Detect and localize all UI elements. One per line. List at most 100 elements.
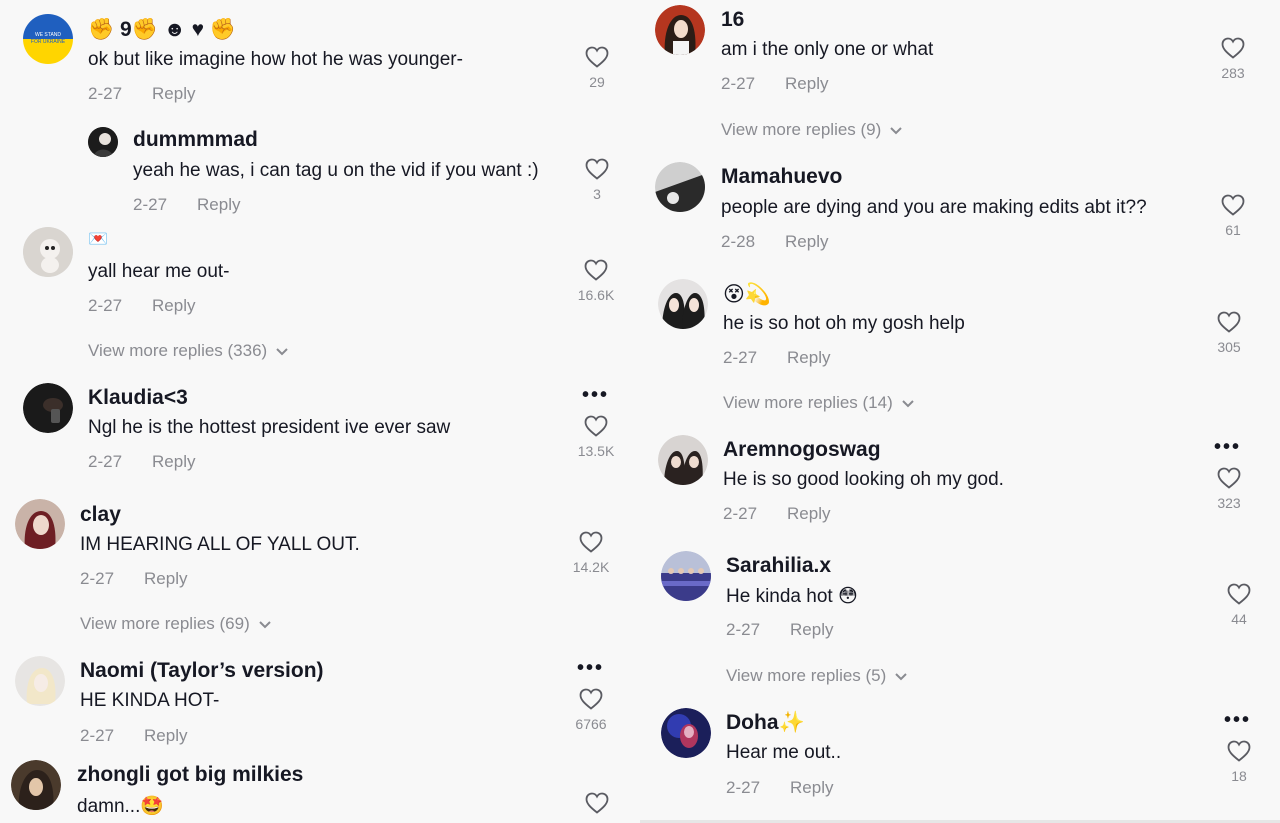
- comment-username[interactable]: 😵💫: [723, 282, 771, 307]
- like-button[interactable]: 44: [1219, 583, 1259, 627]
- comment-meta: 2-27 Reply: [80, 726, 188, 746]
- heart-outline-icon: [1217, 311, 1241, 333]
- avatar[interactable]: [658, 279, 708, 329]
- like-count: 13.5K: [577, 443, 615, 459]
- svg-text:WE STAND: WE STAND: [35, 32, 61, 38]
- view-more-replies[interactable]: View more replies (14): [723, 393, 915, 414]
- reply-button[interactable]: Reply: [152, 84, 195, 103]
- comment-username[interactable]: Naomi (Taylor’s version): [80, 659, 324, 683]
- heart-outline-icon: [585, 46, 609, 68]
- comment-username[interactable]: clay: [80, 503, 121, 527]
- view-more-replies[interactable]: View more replies (9): [721, 120, 903, 141]
- comment-text: am i the only one or what: [721, 39, 934, 60]
- like-button[interactable]: 3: [577, 158, 617, 202]
- like-count: 305: [1217, 339, 1241, 355]
- comment-text: ok but like imagine how hot he was young…: [88, 49, 463, 70]
- more-dots-icon[interactable]: •••: [1214, 437, 1241, 457]
- heart-outline-icon: [1221, 194, 1245, 216]
- view-more-replies[interactable]: View more replies (336): [88, 341, 289, 362]
- comment-text: He kinda hot 😳: [726, 586, 858, 607]
- reply-button[interactable]: Reply: [144, 726, 187, 745]
- comment-username[interactable]: Klaudia<3: [88, 386, 188, 410]
- avatar[interactable]: [23, 227, 73, 277]
- avatar[interactable]: [11, 760, 61, 810]
- comment-username[interactable]: Sarahilia.x: [726, 554, 831, 578]
- avatar[interactable]: [655, 5, 705, 55]
- comment-text: yall hear me out-: [88, 261, 230, 282]
- like-button[interactable]: 6766: [571, 688, 611, 732]
- reply-button[interactable]: Reply: [790, 778, 833, 797]
- like-button[interactable]: [577, 792, 617, 814]
- comment-username[interactable]: zhongli got big milkies: [77, 763, 303, 787]
- avatar[interactable]: [15, 499, 65, 549]
- comment-date: 2-28: [721, 232, 756, 251]
- heart-outline-icon: [1217, 467, 1241, 489]
- avatar[interactable]: [661, 708, 711, 758]
- like-count: 18: [1231, 768, 1247, 784]
- heart-outline-icon: [585, 792, 609, 814]
- reply-button[interactable]: Reply: [152, 296, 195, 315]
- reply-button[interactable]: Reply: [790, 620, 833, 639]
- more-dots-icon[interactable]: •••: [582, 385, 609, 405]
- avatar[interactable]: [658, 435, 708, 485]
- more-dots-icon[interactable]: •••: [577, 658, 604, 678]
- more-dots-icon[interactable]: •••: [1224, 710, 1251, 730]
- like-count: 323: [1217, 495, 1241, 511]
- comment-date: 2-27: [721, 74, 756, 93]
- reply-button[interactable]: Reply: [787, 348, 830, 367]
- comment-username[interactable]: 💌: [88, 229, 108, 249]
- chevron-down-icon: [258, 615, 272, 635]
- comment-username[interactable]: ✊ 9✊ ☻ ♥ ✊: [88, 18, 236, 42]
- comment-meta: 2-27 Reply: [721, 74, 829, 94]
- chevron-down-icon: [901, 394, 915, 414]
- like-button[interactable]: 16.6K: [576, 259, 616, 303]
- comment-date: 2-27: [88, 84, 123, 103]
- comment-text: Ngl he is the hottest president ive ever…: [88, 417, 451, 438]
- comment-username[interactable]: Doha✨: [726, 711, 805, 735]
- comment-username[interactable]: 16: [721, 8, 744, 32]
- comment-date: 2-27: [723, 504, 758, 523]
- avatar[interactable]: [88, 127, 118, 157]
- reply-button[interactable]: Reply: [785, 74, 828, 93]
- reply-button[interactable]: Reply: [787, 504, 830, 523]
- reply-button[interactable]: Reply: [152, 452, 195, 471]
- svg-text:FOR UKRAINE: FOR UKRAINE: [31, 39, 66, 45]
- comment-date: 2-27: [80, 569, 115, 588]
- comment-meta: 2-27 Reply: [133, 195, 241, 215]
- like-button[interactable]: 29: [577, 46, 617, 90]
- like-button[interactable]: 18: [1219, 740, 1259, 784]
- comment-text: IM HEARING ALL OF YALL OUT.: [80, 534, 360, 555]
- comment-meta: 2-27 Reply: [723, 504, 831, 524]
- like-button[interactable]: 305: [1209, 311, 1249, 355]
- view-more-replies[interactable]: View more replies (5): [726, 666, 908, 687]
- like-count: 14.2K: [572, 559, 610, 575]
- like-button[interactable]: 61: [1213, 194, 1253, 238]
- like-button[interactable]: 14.2K: [571, 531, 611, 575]
- avatar[interactable]: [23, 383, 73, 433]
- comment-date: 2-27: [80, 726, 115, 745]
- avatar[interactable]: [15, 656, 65, 706]
- view-more-label: View more replies (336): [88, 341, 268, 360]
- avatar[interactable]: [661, 551, 711, 601]
- reply-button[interactable]: Reply: [785, 232, 828, 251]
- like-button[interactable]: 323: [1209, 467, 1249, 511]
- comment-username[interactable]: Aremnogoswag: [723, 438, 881, 462]
- heart-outline-icon: [579, 688, 603, 710]
- comment-text: HE KINDA HOT-: [80, 690, 220, 711]
- comment-meta: 2-27 Reply: [726, 620, 834, 640]
- view-more-replies[interactable]: View more replies (69): [80, 614, 272, 635]
- comment-text: people are dying and you are making edit…: [721, 197, 1147, 218]
- like-count: 44: [1231, 611, 1247, 627]
- reply-button[interactable]: Reply: [144, 569, 187, 588]
- comment-username[interactable]: dummmmad: [133, 128, 258, 152]
- comment-username[interactable]: Mamahuevo: [721, 165, 842, 189]
- view-more-label: View more replies (5): [726, 666, 887, 685]
- reply-button[interactable]: Reply: [197, 195, 240, 214]
- avatar[interactable]: WE STAND FOR UKRAINE: [23, 14, 73, 64]
- heart-outline-icon: [1221, 37, 1245, 59]
- like-button[interactable]: 283: [1213, 37, 1253, 81]
- like-button[interactable]: 13.5K: [576, 415, 616, 459]
- chevron-down-icon: [889, 121, 903, 141]
- avatar[interactable]: [655, 162, 705, 212]
- comment-date: 2-27: [723, 348, 758, 367]
